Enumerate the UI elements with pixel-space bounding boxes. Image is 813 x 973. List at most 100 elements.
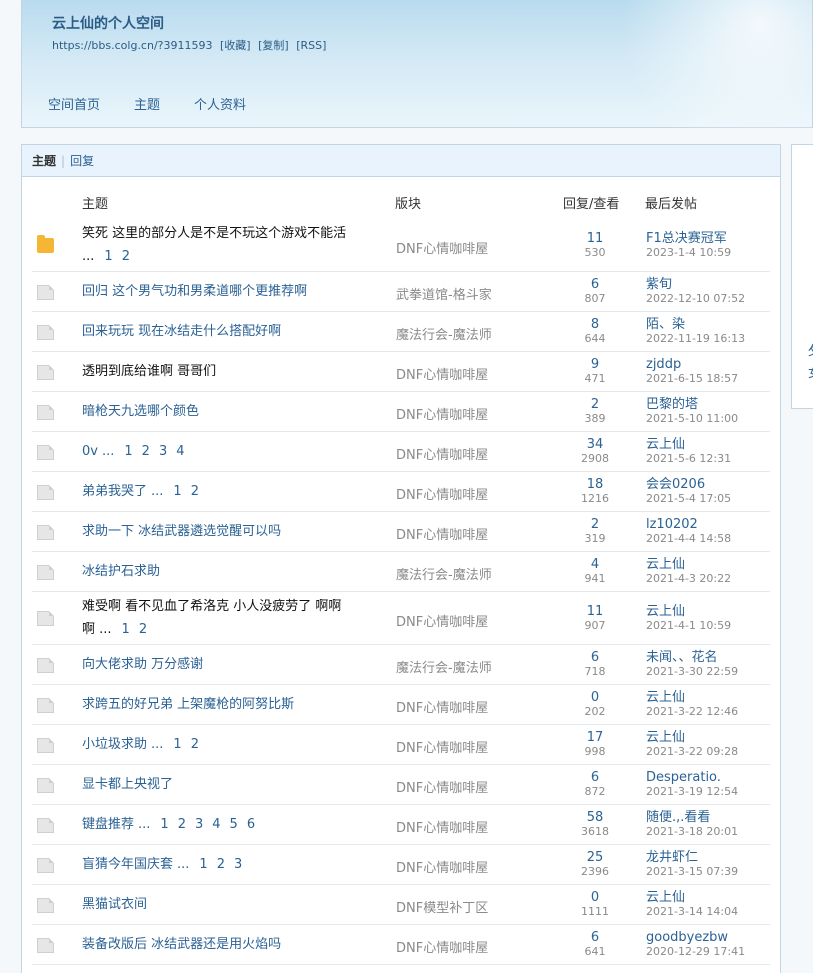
last-post-date[interactable]: 2021-4-3 20:22: [646, 572, 731, 586]
forum-link[interactable]: DNF模型补丁区: [396, 897, 488, 916]
reply-count[interactable]: 34: [562, 437, 628, 452]
forum-link[interactable]: 魔法行会-魔法师: [396, 657, 492, 676]
page-link[interactable]: 2: [191, 484, 199, 499]
reply-count[interactable]: 58: [562, 810, 628, 825]
thread-title[interactable]: 键盘推荐... 1 2 3 4 5 6: [82, 813, 382, 836]
thread-title-text[interactable]: 0v: [82, 444, 98, 459]
nav-space-home[interactable]: 空间首页: [48, 94, 100, 113]
reply-count[interactable]: 17: [562, 730, 628, 745]
last-post-user[interactable]: 未闻、、花名: [646, 650, 738, 665]
thread-title[interactable]: 向大佬求助 万分感谢: [82, 653, 382, 676]
page-link[interactable]: 2: [217, 857, 225, 872]
last-post-user[interactable]: 云上仙: [646, 604, 731, 619]
last-post-date[interactable]: 2021-4-4 14:58: [646, 532, 731, 546]
forum-link[interactable]: DNF心情咖啡屋: [396, 444, 488, 463]
reply-count[interactable]: 2: [562, 517, 628, 532]
page-link[interactable]: 2: [142, 444, 150, 459]
thread-title-text[interactable]: 黑猫试衣间: [82, 897, 147, 912]
page-link[interactable]: 1: [124, 444, 132, 459]
last-post-user[interactable]: 云上仙: [646, 730, 738, 745]
thread-title-text[interactable]: 盲猜今年国庆套: [82, 857, 173, 872]
last-post-user[interactable]: 云上仙: [646, 557, 731, 572]
last-post-user[interactable]: F1总决赛冠军: [646, 231, 731, 246]
forum-link[interactable]: DNF心情咖啡屋: [396, 238, 488, 257]
last-post-user[interactable]: 云上仙: [646, 890, 738, 905]
last-post-date[interactable]: 2021-5-6 12:31: [646, 452, 731, 466]
thread-title-text[interactable]: 暗枪天九选哪个颜色: [82, 404, 199, 419]
page-link[interactable]: 5: [230, 817, 238, 832]
forum-link[interactable]: 魔法行会-魔法师: [396, 324, 492, 343]
thread-title[interactable]: 笑死 这里的部分人是不是不玩这个游戏不能活... 1 2: [82, 222, 382, 268]
reply-count[interactable]: 25: [562, 850, 628, 865]
page-link[interactable]: 4: [176, 444, 184, 459]
thread-title[interactable]: 求助一下 冰结武器遴选觉醒可以吗: [82, 520, 382, 543]
forum-link[interactable]: 武拳道馆-格斗家: [396, 284, 492, 303]
page-link[interactable]: 2: [178, 817, 186, 832]
page-link[interactable]: 3: [159, 444, 167, 459]
thread-title[interactable]: 0v... 1 2 3 4: [82, 440, 382, 463]
reply-count[interactable]: 6: [562, 770, 628, 785]
thread-title-text[interactable]: 笑死 这里的部分人是不是不玩这个游戏不能活: [82, 226, 346, 241]
thread-title[interactable]: 黑猫试衣间: [82, 893, 382, 916]
last-post-user[interactable]: 陌、染: [646, 317, 745, 332]
page-link[interactable]: 1: [173, 484, 181, 499]
page-link[interactable]: 2: [122, 249, 130, 264]
forum-link[interactable]: DNF心情咖啡屋: [396, 484, 488, 503]
thread-title[interactable]: 盲猜今年国庆套... 1 2 3: [82, 853, 382, 876]
last-post-date[interactable]: 2021-3-15 07:39: [646, 865, 738, 879]
reply-count[interactable]: 0: [562, 890, 628, 905]
last-post-user[interactable]: 云上仙: [646, 690, 738, 705]
thread-title[interactable]: 冰结护石求助: [82, 560, 382, 583]
page-link[interactable]: 3: [195, 817, 203, 832]
thread-title[interactable]: 求跨五的好兄弟 上架魔枪的阿努比斯: [82, 693, 382, 716]
page-link[interactable]: 6: [247, 817, 255, 832]
last-post-date[interactable]: 2021-5-10 11:00: [646, 412, 738, 426]
forum-link[interactable]: DNF心情咖啡屋: [396, 777, 488, 796]
last-post-user[interactable]: lz10202: [646, 517, 731, 532]
last-post-date[interactable]: 2021-3-18 20:01: [646, 825, 738, 839]
reply-count[interactable]: 6: [562, 930, 628, 945]
copy-link[interactable]: [复制]: [258, 39, 289, 52]
forum-link[interactable]: DNF心情咖啡屋: [396, 364, 488, 383]
rss-link[interactable]: [RSS]: [296, 39, 326, 52]
last-post-date[interactable]: 2023-1-4 10:59: [646, 246, 731, 260]
thread-title[interactable]: 小垃圾求助... 1 2: [82, 733, 382, 756]
reply-count[interactable]: 6: [562, 277, 628, 292]
thread-title-text[interactable]: 冰结护石求助: [82, 564, 160, 579]
page-link[interactable]: 1: [199, 857, 207, 872]
last-post-user[interactable]: 会会0206: [646, 477, 731, 492]
favorite-link[interactable]: [收藏]: [220, 39, 251, 52]
thread-title[interactable]: 弟弟我哭了... 1 2: [82, 480, 382, 503]
forum-link[interactable]: DNF心情咖啡屋: [396, 857, 488, 876]
reply-count[interactable]: 6: [562, 650, 628, 665]
page-link[interactable]: 4: [212, 817, 220, 832]
tab-replies[interactable]: 回复: [70, 152, 94, 169]
reply-count[interactable]: 0: [562, 690, 628, 705]
reply-count[interactable]: 8: [562, 317, 628, 332]
page-link[interactable]: 1: [160, 817, 168, 832]
last-post-user[interactable]: goodbyezbw: [646, 930, 745, 945]
forum-link[interactable]: DNF心情咖啡屋: [396, 611, 488, 630]
page-link[interactable]: 3: [234, 857, 242, 872]
thread-title-text[interactable]: 键盘推荐: [82, 817, 134, 832]
last-post-date[interactable]: 2021-6-15 18:57: [646, 372, 738, 386]
last-post-date[interactable]: 2021-3-22 12:46: [646, 705, 738, 719]
thread-title-text[interactable]: 求助一下 冰结武器遴选觉醒可以吗: [82, 524, 281, 539]
forum-link[interactable]: 魔法行会-魔法师: [396, 564, 492, 583]
space-url[interactable]: https://bbs.colg.cn/?3911593: [52, 39, 213, 52]
last-post-user[interactable]: 巴黎的塔: [646, 397, 738, 412]
reply-count[interactable]: 11: [562, 604, 628, 619]
last-post-date[interactable]: 2021-4-1 10:59: [646, 619, 731, 633]
reply-count[interactable]: 18: [562, 477, 628, 492]
reply-count[interactable]: 9: [562, 357, 628, 372]
thread-title-text[interactable]: 弟弟我哭了: [82, 484, 147, 499]
last-post-date[interactable]: 2021-3-22 09:28: [646, 745, 738, 759]
forum-link[interactable]: DNF心情咖啡屋: [396, 697, 488, 716]
thread-title[interactable]: 暗枪天九选哪个颜色: [82, 400, 382, 423]
space-title[interactable]: 云上仙的个人空间: [52, 13, 164, 33]
last-post-date[interactable]: 2020-12-29 17:41: [646, 945, 745, 959]
page-link[interactable]: 2: [139, 622, 147, 637]
last-post-date[interactable]: 2022-11-19 16:13: [646, 332, 745, 346]
thread-title-text[interactable]: 显卡都上央视了: [82, 777, 173, 792]
page-link[interactable]: 2: [191, 737, 199, 752]
